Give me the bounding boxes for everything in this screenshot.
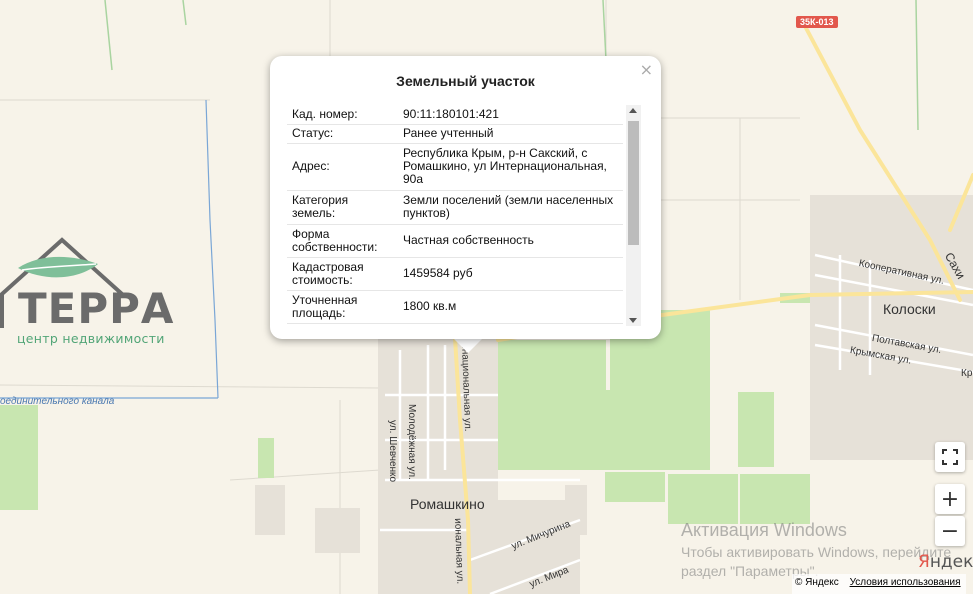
label-town: Колоски bbox=[883, 301, 936, 317]
field-area bbox=[258, 438, 274, 478]
label-village: Ромашкино bbox=[410, 496, 485, 512]
row-value: 1459584 руб bbox=[398, 257, 623, 291]
settlement-area bbox=[315, 508, 360, 553]
table-row: Категория земель: Земли поселений (земли… bbox=[287, 190, 623, 225]
row-value: Земли поселений (земли населенных пункто… bbox=[398, 190, 623, 225]
row-label: Кад. номер: bbox=[287, 105, 398, 125]
road-number-badge: 35К-013 bbox=[796, 16, 838, 28]
logo-tagline: центр недвижимости bbox=[17, 331, 165, 346]
balloon-content[interactable]: Кад. номер: 90:11:180101:421 Статус: Ран… bbox=[287, 105, 641, 326]
copyright-text: © Яндекс bbox=[795, 577, 839, 588]
label-canal: оединительного канала bbox=[0, 396, 115, 407]
field-area bbox=[570, 390, 610, 470]
scroll-thumb[interactable] bbox=[628, 121, 639, 245]
field-area bbox=[668, 474, 738, 524]
balloon-scrollbar[interactable] bbox=[626, 105, 641, 326]
map-attribution: © Яндекс Условия использования bbox=[792, 574, 966, 594]
field-area bbox=[738, 392, 774, 467]
label-street-kr: Кр bbox=[961, 368, 973, 379]
field-area bbox=[0, 405, 38, 510]
row-value: Ранее учтенный bbox=[398, 124, 623, 144]
field-area bbox=[740, 474, 810, 524]
settlement-area bbox=[255, 485, 285, 535]
row-label: Кадастровая стоимость: bbox=[287, 257, 398, 291]
fullscreen-button[interactable] bbox=[935, 442, 965, 472]
table-row: Адрес: Республика Крым, р-н Сакский, с Р… bbox=[287, 143, 623, 191]
row-label: Категория земель: bbox=[287, 190, 398, 225]
row-value: Республика Крым, р-н Сакский, с Ромашкин… bbox=[398, 143, 623, 191]
table-row: Форма собственности: Частная собственнос… bbox=[287, 224, 623, 258]
watermark-line: Чтобы активировать Windows, перейдите bbox=[681, 544, 952, 560]
terms-link[interactable]: Условия использования bbox=[850, 577, 961, 588]
table-row: Кадастровая стоимость: 1459584 руб bbox=[287, 257, 623, 291]
watermark-title: Активация Windows bbox=[681, 520, 847, 540]
logo-name: ТЕРРА bbox=[18, 284, 175, 333]
balloon-tail bbox=[453, 338, 483, 353]
fullscreen-icon bbox=[942, 449, 958, 465]
field-area bbox=[605, 472, 665, 502]
parcel-info-table: Кад. номер: 90:11:180101:421 Статус: Ран… bbox=[287, 105, 623, 324]
windows-activation-watermark: Активация Windows Чтобы активировать Win… bbox=[681, 520, 951, 579]
label-street-internatsionalnaya-bottom: иональная ул. bbox=[452, 518, 466, 585]
yandex-logo-y: Я bbox=[918, 552, 930, 572]
row-label: Уточненная площадь: bbox=[287, 290, 398, 324]
row-label: Статус: bbox=[287, 124, 398, 144]
balloon-title: Земельный участок bbox=[396, 73, 535, 89]
yandex-logo[interactable]: Яндекс bbox=[918, 552, 973, 572]
label-street-molodezhnaya: Молодёжная ул. bbox=[406, 404, 417, 480]
table-row: Статус: Ранее учтенный bbox=[287, 124, 623, 144]
scroll-down-icon[interactable] bbox=[629, 318, 637, 323]
row-label: Адрес: bbox=[287, 143, 398, 191]
scroll-up-icon[interactable] bbox=[629, 108, 637, 113]
row-value: 90:11:180101:421 bbox=[398, 105, 623, 125]
row-label: Форма собственности: bbox=[287, 224, 398, 258]
yandex-logo-rest: ндекс bbox=[929, 552, 973, 572]
zoom-in-button[interactable]: + bbox=[935, 484, 965, 514]
parcel-balloon: × Земельный участок Кад. номер: 90:11:18… bbox=[270, 56, 661, 339]
row-value: 1800 кв.м bbox=[398, 290, 623, 324]
label-street-shevchenko: ул. Шевченко bbox=[387, 420, 398, 483]
table-row: Уточненная площадь: 1800 кв.м bbox=[287, 290, 623, 324]
row-value: Частная собственность bbox=[398, 224, 623, 258]
table-row: Кад. номер: 90:11:180101:421 bbox=[287, 105, 623, 125]
